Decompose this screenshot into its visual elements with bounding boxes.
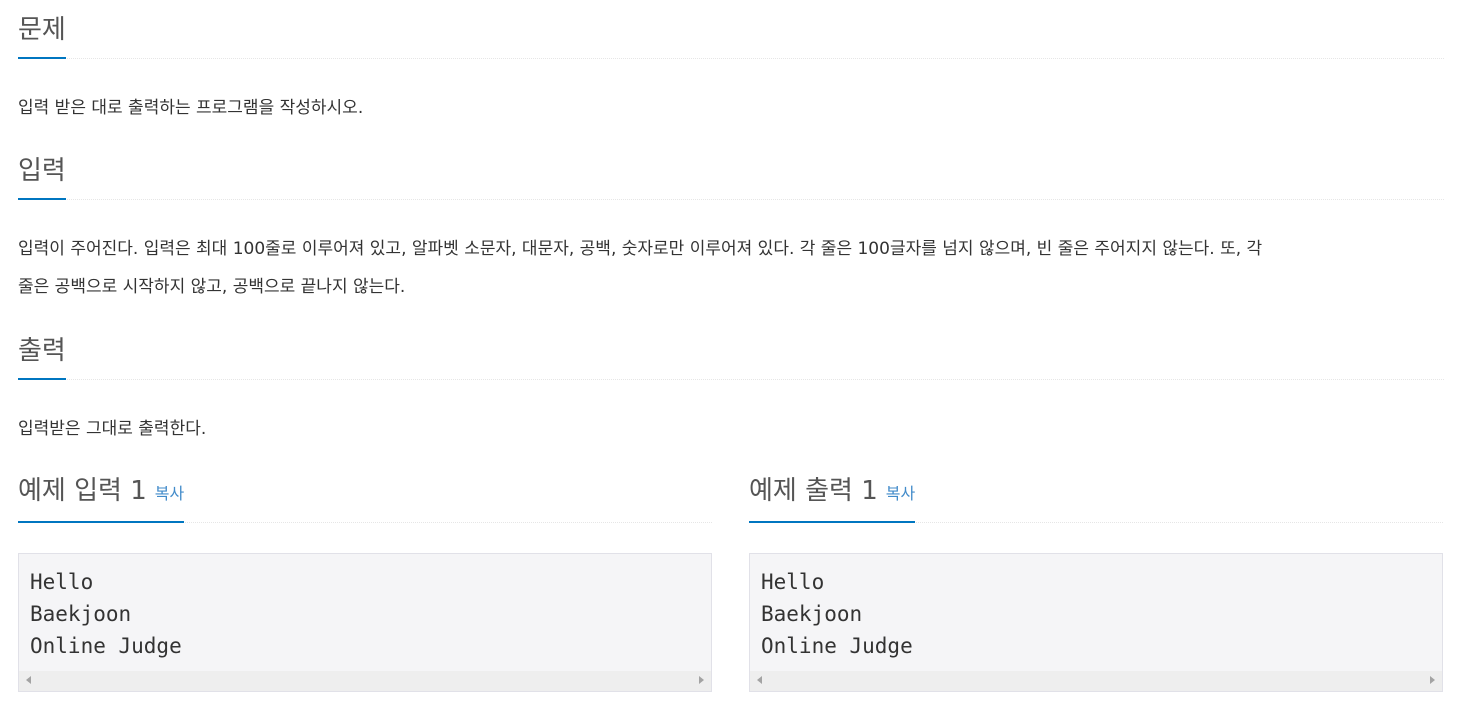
sample-output-heading: 예제 출력 1 복사: [749, 474, 916, 523]
output-section: 출력 입력받은 그대로 출력한다.: [18, 321, 1444, 448]
input-description-line-2: 줄은 공백으로 시작하지 않고, 공백으로 끝나지 않는다.: [18, 277, 406, 297]
input-headline: 입력: [18, 141, 1444, 200]
sample-input-heading: 예제 입력 1 복사: [18, 474, 185, 523]
sample-output-scrollbar[interactable]: [750, 671, 1442, 691]
sample-input-title: 예제 입력 1: [18, 476, 147, 506]
output-headline: 출력: [18, 321, 1444, 380]
sample-output-headline: 예제 출력 1 복사: [749, 464, 1443, 523]
sample-input-content: Hello Baekjoon Online Judge: [30, 570, 182, 658]
sample-output-copy-button[interactable]: 복사: [886, 484, 915, 503]
output-description: 입력받은 그대로 출력한다.: [18, 419, 207, 439]
sample-input-box[interactable]: Hello Baekjoon Online Judge: [18, 553, 712, 692]
sample-input-scrollbar[interactable]: [19, 671, 711, 691]
sample-output-section: 예제 출력 1 복사 Hello Baekjoon Online Judge: [749, 464, 1443, 692]
sample-input-copy-button[interactable]: 복사: [155, 484, 184, 503]
input-description-line-1: 입력이 주어진다. 입력은 최대 100줄로 이루어져 있고, 알파벳 소문자,…: [18, 239, 1263, 259]
problem-description: 입력 받은 대로 출력하는 프로그램을 작성하시오.: [18, 98, 364, 118]
sample-input-section: 예제 입력 1 복사 Hello Baekjoon Online Judge: [18, 464, 712, 692]
input-title: 입력: [18, 154, 66, 200]
scroll-right-arrow-icon[interactable]: [699, 676, 704, 684]
output-title: 출력: [18, 334, 66, 380]
problem-section: 문제 입력 받은 대로 출력하는 프로그램을 작성하시오.: [18, 0, 1444, 127]
sample-output-title: 예제 출력 1: [749, 476, 878, 506]
scroll-left-arrow-icon[interactable]: [757, 676, 762, 684]
sample-output-content: Hello Baekjoon Online Judge: [761, 570, 913, 658]
problem-title: 문제: [18, 13, 66, 59]
input-section: 입력 입력이 주어진다. 입력은 최대 100줄로 이루어져 있고, 알파벳 소…: [18, 141, 1444, 306]
sample-output-box[interactable]: Hello Baekjoon Online Judge: [749, 553, 1443, 692]
problem-headline: 문제: [18, 0, 1444, 59]
scroll-right-arrow-icon[interactable]: [1430, 676, 1435, 684]
sample-input-headline: 예제 입력 1 복사: [18, 464, 712, 523]
scroll-left-arrow-icon[interactable]: [26, 676, 31, 684]
input-description: 입력이 주어진다. 입력은 최대 100줄로 이루어져 있고, 알파벳 소문자,…: [18, 230, 1444, 306]
